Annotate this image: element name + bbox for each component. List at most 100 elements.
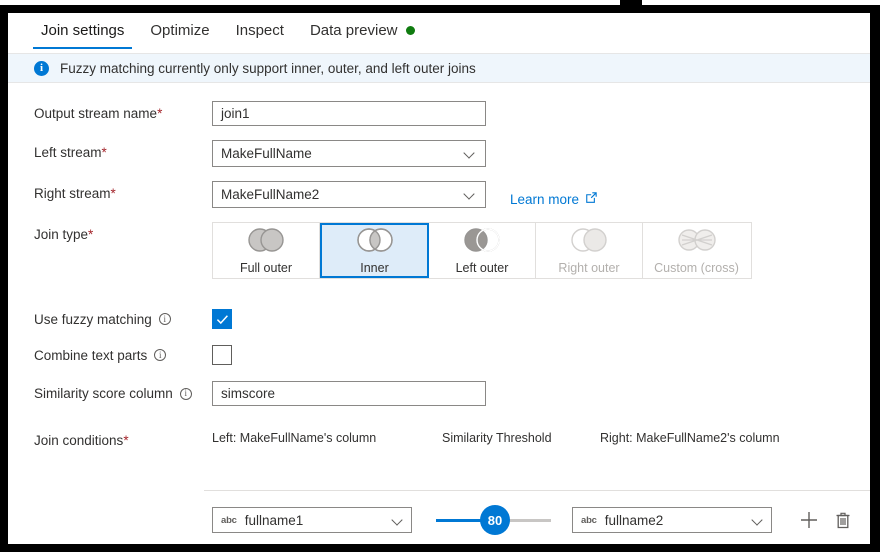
join-settings-panel: Join settings Optimize Inspect Data prev…: [8, 13, 870, 544]
right-stream-value: MakeFullName2: [221, 187, 320, 202]
screenshot-root: Join settings Optimize Inspect Data prev…: [0, 0, 880, 552]
tab-join-settings[interactable]: Join settings: [28, 13, 137, 49]
left-column-value-group: abc fullname1: [221, 513, 303, 528]
join-type-option-label: Full outer: [239, 260, 293, 275]
black-frame-border: Join settings Optimize Inspect Data prev…: [0, 5, 880, 552]
trash-icon: [836, 512, 850, 528]
string-type-icon: abc: [221, 514, 237, 526]
tab-inspect[interactable]: Inspect: [223, 13, 297, 49]
status-dot-icon: [405, 26, 415, 35]
combine-text-parts-label: Combine text parts i: [34, 348, 212, 363]
join-conditions-divider: [204, 490, 870, 491]
field-row-right-stream: Right stream* MakeFullName2: [8, 181, 870, 208]
left-stream-label: Left stream*: [34, 140, 212, 160]
info-tooltip-icon[interactable]: i: [158, 313, 171, 325]
right-column-value: fullname2: [604, 512, 664, 528]
tab-label: Optimize: [150, 22, 210, 39]
left-stream-dropdown[interactable]: MakeFullName: [212, 140, 486, 167]
required-asterisk: *: [88, 227, 94, 242]
field-row-similarity-score-column: Similarity score column i simscore: [8, 381, 870, 406]
field-row-output-stream: Output stream name* join1: [8, 101, 870, 126]
required-asterisk: *: [110, 186, 116, 201]
join-type-selector: Full outer Inner Left outer Right outer …: [212, 222, 752, 279]
similarity-threshold-slider[interactable]: 80: [436, 505, 551, 535]
join-type-option-full-outer[interactable]: Full outer: [213, 223, 320, 278]
use-fuzzy-matching-checkbox[interactable]: [212, 309, 232, 329]
tab-bar: Join settings Optimize Inspect Data prev…: [8, 13, 870, 53]
fuzzy-options-area: Use fuzzy matching i Combine text parts: [8, 309, 870, 406]
venn-inner-icon: [353, 227, 397, 258]
join-type-option-inner[interactable]: Inner: [320, 223, 429, 278]
join-conditions-column-headers: Left: MakeFullName's column Similarity T…: [212, 428, 852, 448]
label-text: Combine text parts: [34, 347, 148, 363]
output-stream-input[interactable]: join1: [212, 101, 486, 126]
venn-left-outer-icon: [460, 227, 504, 258]
use-fuzzy-matching-label: Use fuzzy matching i: [34, 312, 212, 327]
join-conditions-header-right: Right: MakeFullName2's column: [600, 431, 780, 445]
output-stream-control: join1: [212, 101, 486, 126]
tab-data-preview[interactable]: Data preview: [297, 13, 428, 49]
field-row-join-type: Join type* Full outer Inner Left outer R…: [8, 222, 870, 279]
output-stream-label: Output stream name*: [34, 101, 212, 121]
venn-full-outer-icon: [244, 227, 288, 258]
delete-condition-button[interactable]: [830, 507, 856, 533]
field-row-join-conditions: Join conditions* Left: MakeFullName's co…: [8, 428, 870, 448]
learn-more-label: Learn more: [510, 191, 580, 207]
tab-label: Join settings: [41, 22, 125, 39]
join-conditions-label: Join conditions*: [34, 428, 212, 448]
add-condition-button[interactable]: [796, 507, 822, 533]
output-stream-value: join1: [221, 106, 250, 121]
join-conditions-header-left: Left: MakeFullName's column: [212, 431, 377, 445]
label-text: Similarity score column: [34, 386, 173, 401]
info-tooltip-icon[interactable]: i: [179, 387, 192, 400]
right-stream-dropdown[interactable]: MakeFullName2: [212, 181, 486, 208]
left-column-dropdown[interactable]: abc fullname1: [212, 507, 412, 533]
venn-right-outer-icon: [567, 227, 611, 258]
slider-thumb[interactable]: 80: [480, 505, 510, 535]
field-row-left-stream: Left stream* MakeFullName: [8, 140, 870, 167]
chevron-down-icon: [464, 189, 475, 200]
join-condition-row: abc fullname1 80 abc fullname2: [212, 505, 856, 535]
join-conditions-header-middle: Similarity Threshold: [442, 431, 552, 445]
join-type-label: Join type*: [34, 222, 212, 242]
tab-label: Data preview: [309, 22, 398, 39]
learn-more-link[interactable]: Learn more: [510, 191, 598, 207]
tab-optimize[interactable]: Optimize: [137, 13, 222, 49]
label-text: Join conditions: [34, 433, 124, 448]
combine-text-parts-checkbox[interactable]: [212, 345, 232, 365]
chevron-down-icon: [392, 515, 403, 526]
similarity-score-column-label: Similarity score column i: [34, 386, 212, 401]
join-type-option-label: Inner: [360, 260, 389, 275]
info-tooltip-icon[interactable]: i: [154, 349, 167, 361]
label-text: Left stream: [34, 145, 102, 160]
similarity-score-column-value: simscore: [221, 386, 276, 401]
info-banner: i Fuzzy matching currently only support …: [8, 53, 870, 83]
join-type-option-label: Custom (cross): [654, 260, 739, 275]
label-text: Join type: [34, 227, 89, 242]
required-asterisk: *: [157, 106, 163, 121]
field-row-combine-text-parts: Combine text parts i: [8, 345, 870, 365]
required-asterisk: *: [123, 433, 129, 448]
chevron-down-icon: [464, 148, 475, 159]
join-type-option-custom-cross: Custom (cross): [643, 223, 750, 278]
right-stream-label: Right stream*: [34, 181, 212, 201]
tab-label: Inspect: [235, 22, 284, 39]
venn-custom-cross-icon: [675, 227, 719, 258]
similarity-score-column-input[interactable]: simscore: [212, 381, 486, 406]
right-column-dropdown[interactable]: abc fullname2: [572, 507, 772, 533]
join-type-option-left-outer[interactable]: Left outer: [429, 223, 536, 278]
plus-icon: [801, 512, 817, 528]
left-column-value: fullname1: [244, 512, 304, 528]
field-row-use-fuzzy-matching: Use fuzzy matching i: [8, 309, 870, 329]
right-column-value-group: abc fullname2: [581, 513, 663, 528]
label-text: Output stream name: [34, 106, 158, 121]
info-banner-message: Fuzzy matching currently only support in…: [60, 60, 476, 76]
info-icon: i: [34, 60, 49, 76]
join-type-option-label: Right outer: [558, 260, 620, 275]
join-type-option-right-outer: Right outer: [536, 223, 643, 278]
join-type-option-label: Left outer: [455, 260, 509, 275]
left-stream-value: MakeFullName: [221, 146, 312, 161]
chevron-down-icon: [752, 515, 763, 526]
required-asterisk: *: [101, 145, 107, 160]
label-text: Right stream: [34, 186, 111, 201]
